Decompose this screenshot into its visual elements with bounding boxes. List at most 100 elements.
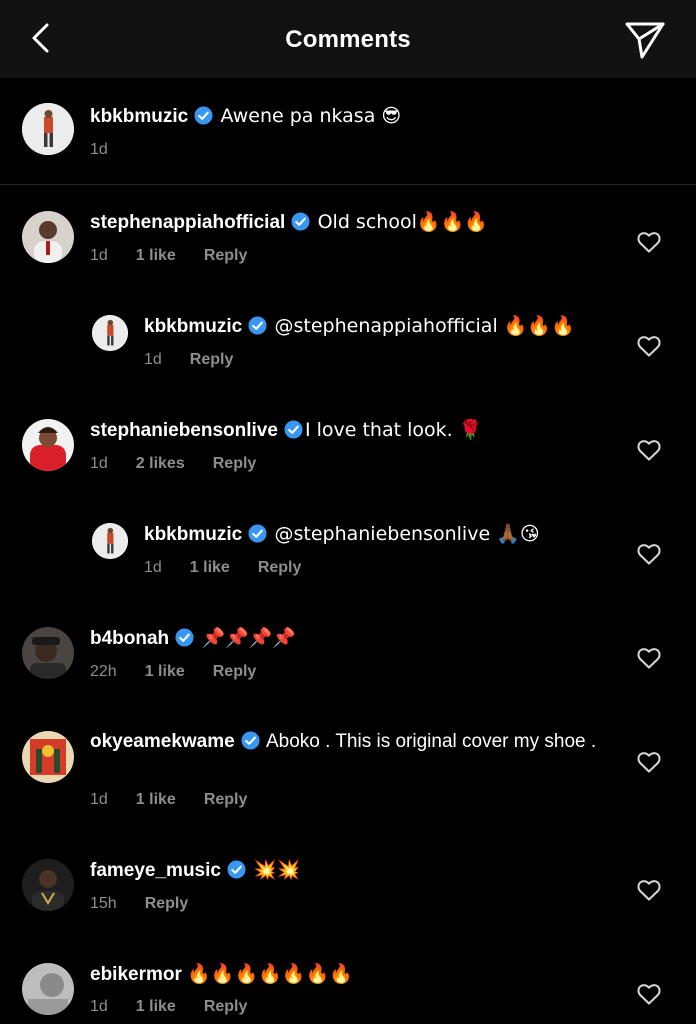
heart-icon[interactable] (637, 439, 661, 461)
avatar[interactable] (92, 315, 128, 351)
comment-meta: 1d 2 likes Reply (90, 455, 284, 473)
avatar-image-icon (22, 731, 74, 783)
timestamp: 1d (90, 998, 108, 1015)
verified-badge-icon (241, 731, 260, 750)
comment-line: stephenappiahofficial Old school🔥🔥🔥 (90, 210, 488, 235)
send-icon (625, 22, 665, 59)
avatar[interactable] (92, 523, 128, 559)
heart-icon[interactable] (637, 983, 661, 1005)
like-count[interactable]: 2 likes (136, 455, 185, 472)
like-count[interactable]: 1 like (145, 663, 185, 680)
username[interactable]: ebikermor (90, 964, 182, 985)
reply-button[interactable]: Reply (204, 247, 248, 264)
comment-item: stephenappiahofficial Old school🔥🔥🔥 1d 1 … (0, 184, 696, 288)
timestamp: 1d (90, 141, 108, 158)
verified-badge-icon (194, 106, 213, 125)
caption-meta: 1d (90, 141, 136, 159)
comment-line: b4bonah 📌📌📌📌 (90, 626, 296, 651)
comment-line: fameye_music 💥💥 (90, 858, 301, 883)
comment-item: stephaniebensonlive I love that look. 🌹 1… (0, 392, 696, 496)
avatar-image-icon (22, 211, 74, 263)
comment-text: 💥💥 (253, 859, 301, 881)
avatar-image-icon (92, 523, 128, 559)
like-count[interactable]: 1 like (136, 998, 176, 1015)
comment-text: 🔥🔥🔥🔥🔥🔥🔥 (187, 963, 353, 985)
heart-icon[interactable] (637, 647, 661, 669)
comment-text: Old school🔥🔥🔥 (317, 211, 488, 233)
comment-meta: 1d 1 like Reply (90, 247, 275, 265)
verified-badge-icon (248, 316, 267, 335)
avatar-image-icon (22, 859, 74, 911)
avatar[interactable] (22, 211, 74, 263)
send-button[interactable] (624, 20, 666, 60)
reply-button[interactable]: Reply (213, 663, 257, 680)
like-count[interactable]: 1 like (190, 559, 230, 576)
comment-line: kbkbmuzic @stephaniebensonlive 🙏🏾😘 (144, 522, 540, 547)
heart-icon[interactable] (637, 543, 661, 565)
comment-item: fameye_music 💥💥 15h Reply (0, 832, 696, 936)
comment-line: kbkbmuzic @stephenappiahofficial 🔥🔥🔥 (144, 314, 575, 339)
like-count[interactable]: 1 like (136, 247, 176, 264)
verified-badge-icon (175, 628, 194, 647)
comment-text: @stephaniebensonlive 🙏🏾😘 (274, 523, 540, 545)
avatar-image-icon (22, 627, 74, 679)
avatar-image-icon (22, 419, 74, 471)
comment-item: b4bonah 📌📌📌📌 22h 1 like Reply (0, 600, 696, 704)
comment-line: stephaniebensonlive I love that look. 🌹 (90, 418, 482, 443)
timestamp: 22h (90, 663, 117, 680)
comment-meta: 15h Reply (90, 895, 216, 913)
username[interactable]: kbkbmuzic (144, 316, 242, 337)
avatar[interactable] (22, 963, 74, 1015)
comment-text: I love that look. 🌹 (304, 419, 483, 441)
caption-text: kbkbmuzic Awene pa nkasa 😎 (90, 104, 401, 129)
reply-item: kbkbmuzic @stephaniebensonlive 🙏🏾😘 1d 1 l… (0, 496, 696, 600)
username[interactable]: okyeamekwame (90, 731, 235, 752)
reply-button[interactable]: Reply (190, 351, 234, 368)
avatar-image-icon (92, 315, 128, 351)
reply-button[interactable]: Reply (204, 998, 248, 1015)
username[interactable]: fameye_music (90, 860, 221, 881)
timestamp: 1d (144, 351, 162, 368)
comment-meta: 1d 1 like Reply (90, 791, 275, 809)
username[interactable]: kbkbmuzic (90, 106, 188, 127)
username[interactable]: b4bonah (90, 628, 169, 649)
comment-meta: 1d Reply (144, 351, 261, 369)
heart-icon[interactable] (637, 231, 661, 253)
avatar[interactable] (22, 419, 74, 471)
username[interactable]: stephaniebensonlive (90, 420, 278, 441)
avatar[interactable] (22, 627, 74, 679)
comment-line: okyeamekwame Aboko . This is original co… (90, 730, 600, 754)
comment-text: 📌📌📌📌 (201, 627, 297, 649)
comment-meta: 22h 1 like Reply (90, 663, 284, 681)
comment-text: @stephenappiahofficial 🔥🔥🔥 (274, 315, 575, 337)
heart-icon[interactable] (637, 335, 661, 357)
avatar[interactable] (22, 859, 74, 911)
comment-text: Awene pa nkasa 😎 (220, 105, 402, 127)
timestamp: 1d (144, 559, 162, 576)
avatar-image-icon (22, 963, 74, 1015)
avatar-image-icon (22, 103, 74, 155)
caption: kbkbmuzic Awene pa nkasa 😎 1d (0, 78, 696, 185)
reply-button[interactable]: Reply (204, 791, 248, 808)
heart-icon[interactable] (637, 751, 661, 773)
comment-item: ebikermor 🔥🔥🔥🔥🔥🔥🔥 1d 1 like Reply (0, 936, 696, 1024)
comment-meta: 1d 1 like Reply (90, 998, 275, 1016)
timestamp: 1d (90, 455, 108, 472)
reply-button[interactable]: Reply (213, 455, 257, 472)
verified-badge-icon (227, 860, 246, 879)
avatar[interactable] (22, 103, 74, 155)
reply-button[interactable]: Reply (145, 895, 189, 912)
verified-badge-icon (284, 420, 303, 439)
reply-button[interactable]: Reply (258, 559, 302, 576)
username[interactable]: kbkbmuzic (144, 524, 242, 545)
heart-icon[interactable] (637, 879, 661, 901)
username[interactable]: stephenappiahofficial (90, 212, 285, 233)
timestamp: 1d (90, 247, 108, 264)
comment-item: okyeamekwame Aboko . This is original co… (0, 704, 696, 832)
timestamp: 15h (90, 895, 117, 912)
avatar[interactable] (22, 731, 74, 783)
timestamp: 1d (90, 791, 108, 808)
verified-badge-icon (291, 212, 310, 231)
comment-meta: 1d 1 like Reply (144, 559, 329, 577)
like-count[interactable]: 1 like (136, 791, 176, 808)
